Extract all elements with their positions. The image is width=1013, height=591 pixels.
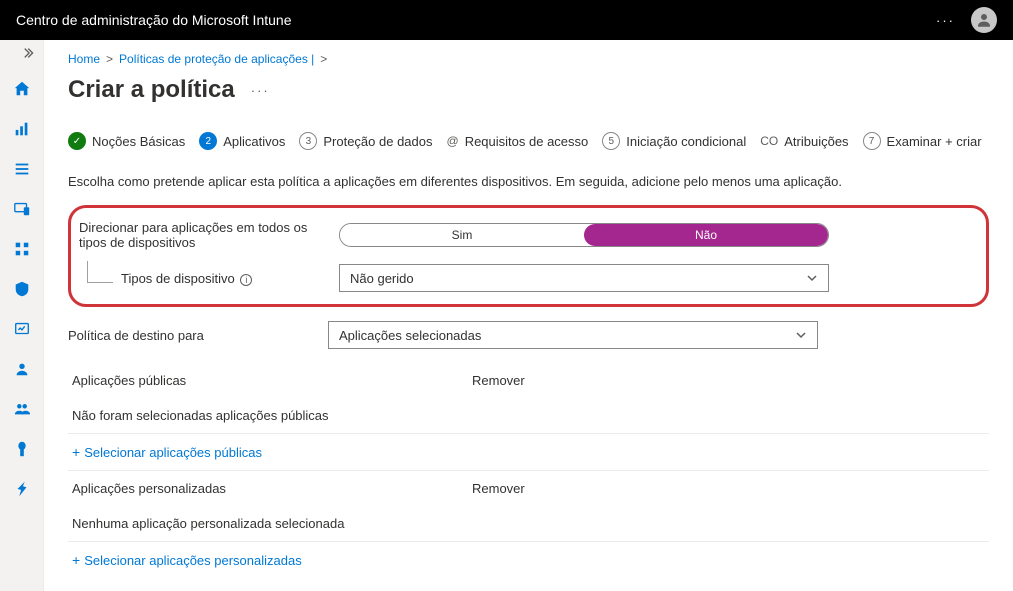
wizard-steps: ✓ Noções Básicas 2 Aplicativos 3 Proteçã… <box>68 132 989 150</box>
app-title: Centro de administração do Microsoft Int… <box>16 12 291 28</box>
custom-apps-empty-text: Nenhuma aplicação personalizada selecion… <box>72 516 472 531</box>
step-access-prefix: @ <box>447 134 459 148</box>
row-target-all: Direcionar para aplicações em todos os t… <box>79 220 972 250</box>
reports-icon[interactable] <box>6 315 38 343</box>
public-apps-title: Aplicações públicas <box>72 373 472 388</box>
public-apps-empty-text: Não foram selecionadas aplicações públic… <box>72 408 472 423</box>
add-custom-apps-text: Selecionar aplicações personalizadas <box>84 553 302 568</box>
devices-icon[interactable] <box>6 195 38 223</box>
troubleshoot-icon[interactable] <box>6 475 38 503</box>
title-more-icon[interactable]: ··· <box>251 83 270 98</box>
step-review-label: Examinar + criar <box>887 134 982 149</box>
step-apps-label: Aplicativos <box>223 134 285 149</box>
step-num-icon: 3 <box>299 132 317 150</box>
step-basics-label: Noções Básicas <box>92 134 185 149</box>
dropdown-device-types-value: Não gerido <box>350 271 414 286</box>
more-icon[interactable]: ··· <box>936 13 955 28</box>
step-num-icon: 2 <box>199 132 217 150</box>
home-icon[interactable] <box>6 75 38 103</box>
public-apps-header: Aplicações públicas Remover <box>68 363 989 398</box>
breadcrumb-sep2: > <box>320 52 327 66</box>
label-device-types-text: Tipos de dispositivo <box>121 271 235 286</box>
intro-text: Escolha como pretende aplicar esta polít… <box>68 174 989 189</box>
breadcrumb: Home > Políticas de proteção de aplicaçõ… <box>68 52 989 66</box>
chevron-down-icon <box>806 272 818 284</box>
custom-apps-title: Aplicações personalizadas <box>72 481 472 496</box>
step-conditional-label: Iniciação condicional <box>626 134 746 149</box>
label-target-all-text: Direcionar para aplicações em todos os t… <box>79 220 307 250</box>
main: Home > Políticas de proteção de aplicaçõ… <box>44 40 1013 591</box>
check-icon: ✓ <box>68 132 86 150</box>
custom-apps-header: Aplicações personalizadas Remover <box>68 471 989 506</box>
label-dest: Política de destino para <box>68 328 316 343</box>
plus-icon: + <box>72 444 80 460</box>
step-access-label: Requisitos de acesso <box>465 134 589 149</box>
add-custom-apps-link[interactable]: + Selecionar aplicações personalizadas <box>68 542 989 578</box>
step-data-protection-label: Proteção de dados <box>323 134 432 149</box>
toggle-yes[interactable]: Sim <box>340 224 584 246</box>
step-basics[interactable]: ✓ Noções Básicas <box>68 132 185 150</box>
add-public-apps-text: Selecionar aplicações públicas <box>84 445 262 460</box>
dropdown-device-types[interactable]: Não gerido <box>339 264 829 292</box>
indent-icon <box>87 261 113 283</box>
step-data-protection[interactable]: 3 Proteção de dados <box>299 132 432 150</box>
page-title: Criar a política <box>68 76 235 104</box>
topbar-right: ··· <box>936 7 997 33</box>
step-assignments-label: Atribuições <box>784 134 848 149</box>
dropdown-dest-value: Aplicações selecionadas <box>339 328 481 343</box>
dashboard-icon[interactable] <box>6 115 38 143</box>
info-icon[interactable]: i <box>240 274 252 286</box>
step-apps[interactable]: 2 Aplicativos <box>199 132 285 150</box>
step-assignments[interactable]: CO Atribuições <box>760 134 848 149</box>
column-remove-2: Remover <box>472 481 985 496</box>
plus-icon: + <box>72 552 80 568</box>
column-remove: Remover <box>472 373 985 388</box>
shield-icon[interactable] <box>6 275 38 303</box>
label-device-types: Tipos de dispositivo i <box>79 271 327 286</box>
toggle-target-all[interactable]: Sim Não <box>339 223 829 247</box>
shell: Home > Políticas de proteção de aplicaçõ… <box>0 40 1013 591</box>
step-num-icon: 7 <box>863 132 881 150</box>
sidebar <box>0 40 44 591</box>
expand-icon[interactable] <box>23 46 37 63</box>
breadcrumb-sep: > <box>106 52 113 66</box>
breadcrumb-home[interactable]: Home <box>68 52 100 66</box>
dropdown-dest[interactable]: Aplicações selecionadas <box>328 321 818 349</box>
custom-apps-empty: Nenhuma aplicação personalizada selecion… <box>68 506 989 542</box>
step-conditional[interactable]: 5 Iniciação condicional <box>602 132 746 150</box>
chevron-down-icon <box>795 329 807 341</box>
highlight-box: Direcionar para aplicações em todos os t… <box>68 205 989 307</box>
step-access[interactable]: @ Requisitos de acesso <box>447 134 589 149</box>
step-assignments-prefix: CO <box>760 134 778 148</box>
users-icon[interactable] <box>6 355 38 383</box>
topbar: Centro de administração do Microsoft Int… <box>0 0 1013 40</box>
label-target-all: Direcionar para aplicações em todos os t… <box>79 220 327 250</box>
row-dest: Política de destino para Aplicações sele… <box>68 321 989 349</box>
list-icon[interactable] <box>6 155 38 183</box>
add-public-apps-link[interactable]: + Selecionar aplicações públicas <box>68 434 989 471</box>
row-device-types: Tipos de dispositivo i Não gerido <box>79 264 972 292</box>
apps-icon[interactable] <box>6 235 38 263</box>
toggle-no[interactable]: Não <box>584 224 828 246</box>
groups-icon[interactable] <box>6 395 38 423</box>
public-apps-empty: Não foram selecionadas aplicações públic… <box>68 398 989 434</box>
breadcrumb-level1[interactable]: Políticas de proteção de aplicações | <box>119 52 314 66</box>
page-title-row: Criar a política ··· <box>68 76 989 104</box>
step-num-icon: 5 <box>602 132 620 150</box>
step-review[interactable]: 7 Examinar + criar <box>863 132 982 150</box>
tenant-icon[interactable] <box>6 435 38 463</box>
avatar[interactable] <box>971 7 997 33</box>
